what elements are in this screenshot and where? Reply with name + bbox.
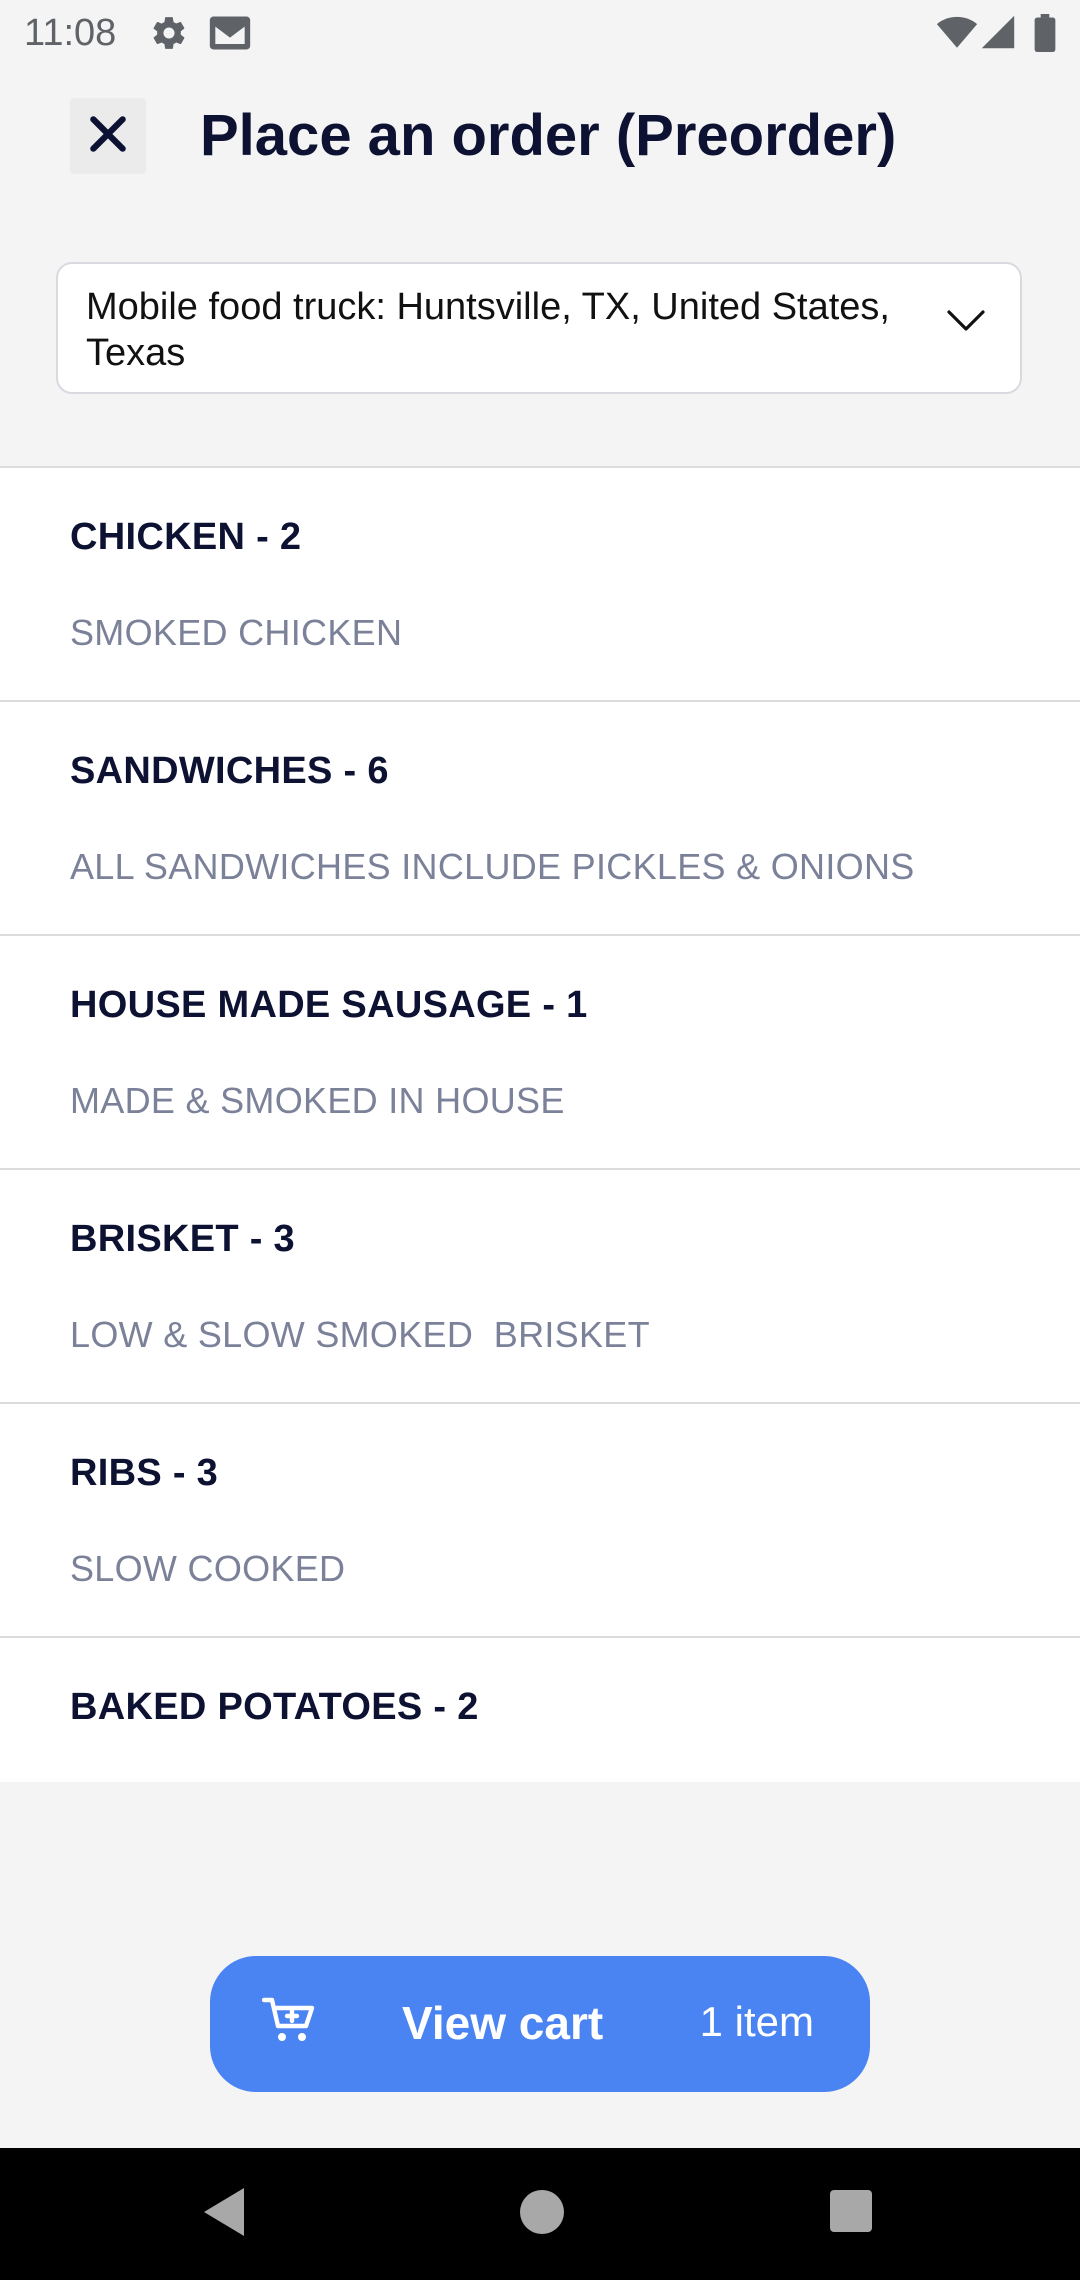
navigation-bar — [0, 2148, 1080, 2280]
category-item[interactable]: BAKED POTATOES - 2 — [0, 1638, 1080, 1782]
category-title: BRISKET - 3 — [70, 1218, 295, 1260]
settings-icon — [150, 14, 188, 57]
view-cart-button[interactable]: View cart 1 item — [210, 1956, 870, 2092]
status-bar: 11:08 — [0, 0, 1080, 66]
category-description: SLOW COOKED — [70, 1548, 346, 1589]
close-button[interactable] — [70, 98, 146, 174]
header: Place an order (Preorder) — [0, 66, 1080, 206]
view-cart-label: View cart — [402, 1997, 604, 2049]
signal-icon — [980, 14, 1016, 55]
category-item[interactable]: SANDWICHES - 6 ALL SANDWICHES INCLUDE PI… — [0, 702, 1080, 936]
category-list: CHICKEN - 2 SMOKED CHICKEN SANDWICHES - … — [0, 466, 1080, 1782]
location-value: Mobile food truck: Huntsville, TX, Unite… — [86, 286, 890, 374]
status-time: 11:08 — [24, 12, 117, 54]
close-icon — [86, 112, 130, 161]
category-item[interactable]: HOUSE MADE SAUSAGE - 1 MADE & SMOKED IN … — [0, 936, 1080, 1170]
category-title: CHICKEN - 2 — [70, 516, 302, 558]
cart-count: 1 item — [699, 1998, 814, 2045]
location-dropdown[interactable]: Mobile food truck: Huntsville, TX, Unite… — [56, 262, 1022, 394]
wifi-icon — [936, 14, 978, 55]
category-title: SANDWICHES - 6 — [70, 750, 389, 792]
category-item[interactable]: CHICKEN - 2 SMOKED CHICKEN — [0, 468, 1080, 702]
category-description: MADE & SMOKED IN HOUSE — [70, 1080, 565, 1121]
category-title: HOUSE MADE SAUSAGE - 1 — [70, 984, 588, 1026]
category-title: RIBS - 3 — [70, 1452, 219, 1494]
recents-icon[interactable] — [828, 2184, 874, 2245]
cart-icon — [261, 1996, 318, 2051]
gmail-icon — [208, 14, 252, 57]
home-icon[interactable] — [516, 2184, 568, 2245]
category-item[interactable]: RIBS - 3 SLOW COOKED — [0, 1404, 1080, 1638]
battery-icon — [1034, 14, 1056, 57]
category-description: ALL SANDWICHES INCLUDE PICKLES & ONIONS — [70, 846, 915, 887]
category-item[interactable]: BRISKET - 3 LOW & SLOW SMOKED BRISKET — [0, 1170, 1080, 1404]
category-description: LOW & SLOW SMOKED BRISKET — [70, 1314, 650, 1355]
category-title: BAKED POTATOES - 2 — [70, 1686, 479, 1728]
back-icon[interactable] — [200, 2184, 248, 2245]
page-title: Place an order (Preorder) — [200, 103, 897, 168]
category-description: SMOKED CHICKEN — [70, 612, 403, 653]
chevron-down-icon — [946, 308, 986, 339]
